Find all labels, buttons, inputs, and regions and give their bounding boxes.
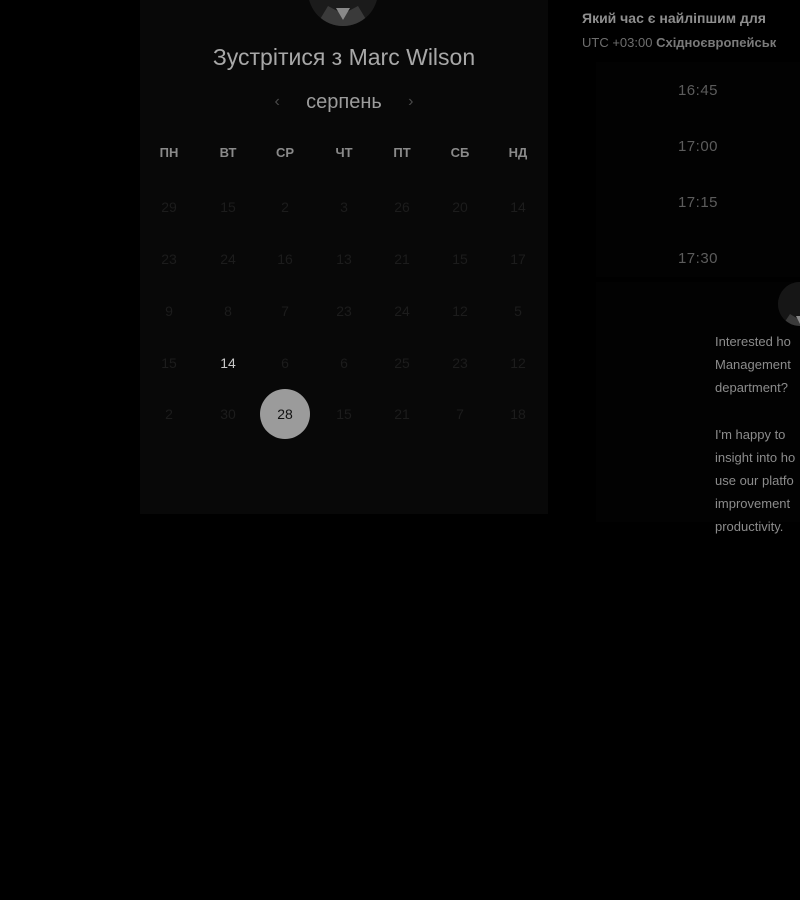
- calendar-day: 21: [394, 251, 410, 267]
- calendar-day: 12: [510, 355, 526, 371]
- calendar-day: 5: [514, 303, 522, 319]
- message-line: I'm happy to: [715, 426, 786, 442]
- calendar-day: 13: [336, 251, 352, 267]
- calendar-day: 30: [220, 406, 236, 422]
- calendar-day: 6: [340, 355, 348, 371]
- calendar-day: 2: [165, 406, 173, 422]
- calendar-day: 23: [161, 251, 177, 267]
- calendar-day: 6: [281, 355, 289, 371]
- calendar-day: 3: [340, 199, 348, 215]
- timezone-offset: UTC +03:00: [582, 35, 653, 50]
- message-line: Management: [715, 357, 791, 373]
- calendar-day: 29: [161, 199, 177, 215]
- time-slot[interactable]: 17:30: [596, 238, 800, 278]
- calendar-grid: 29 15 2 3 26 20 14 23 24 16 13 21 15 17 9 8 7 23 24 12 5 15 14…: [140, 0, 548, 514]
- message-line: use our platfo: [715, 473, 794, 489]
- message-line: Interested ho: [715, 334, 791, 349]
- calendar-day-available[interactable]: 14: [203, 338, 253, 388]
- calendar-day: 14: [510, 199, 526, 215]
- calendar-day: 24: [394, 303, 410, 319]
- calendar-day: 23: [336, 303, 352, 319]
- calendar-day: 7: [281, 303, 289, 319]
- time-slot[interactable]: 17:15: [596, 182, 800, 222]
- time-slot[interactable]: 17:00: [596, 126, 800, 166]
- message-line: productivity.: [715, 519, 784, 535]
- calendar-day: 16: [277, 251, 293, 267]
- time-slot[interactable]: 16:45: [596, 70, 800, 110]
- calendar-day: 23: [452, 355, 468, 371]
- timezone-name: Східноєвропейськ: [656, 35, 777, 50]
- calendar-day: 8: [224, 303, 232, 319]
- calendar-day: 20: [452, 199, 468, 215]
- calendar-day: 15: [220, 199, 236, 215]
- calendar-day: 2: [281, 199, 289, 215]
- calendar-day: 15: [161, 355, 177, 371]
- calendar-day: 17: [510, 251, 526, 267]
- timezone-label[interactable]: UTC +03:00 Східноєвропейськ: [582, 35, 776, 50]
- time-question: Який час є найліпшим для: [582, 10, 766, 26]
- message-line: department?: [715, 380, 788, 396]
- calendar-day: 18: [510, 406, 526, 422]
- calendar-day: 25: [394, 355, 410, 371]
- calendar-day: 26: [394, 199, 410, 215]
- calendar-day: 15: [336, 406, 352, 422]
- calendar-day: 7: [456, 406, 464, 422]
- chat-message: Interested ho Management department? I'm…: [715, 330, 800, 539]
- calendar-day: 24: [220, 251, 236, 267]
- message-line: insight into ho: [715, 449, 796, 465]
- message-line: improvement: [715, 496, 791, 512]
- calendar-day: 9: [165, 303, 173, 319]
- calendar-day: 15: [452, 251, 468, 267]
- calendar-day-selected[interactable]: 28: [260, 389, 310, 439]
- calendar-day: 12: [452, 303, 468, 319]
- message-gap: [715, 400, 800, 423]
- calendar-day: 21: [394, 406, 410, 422]
